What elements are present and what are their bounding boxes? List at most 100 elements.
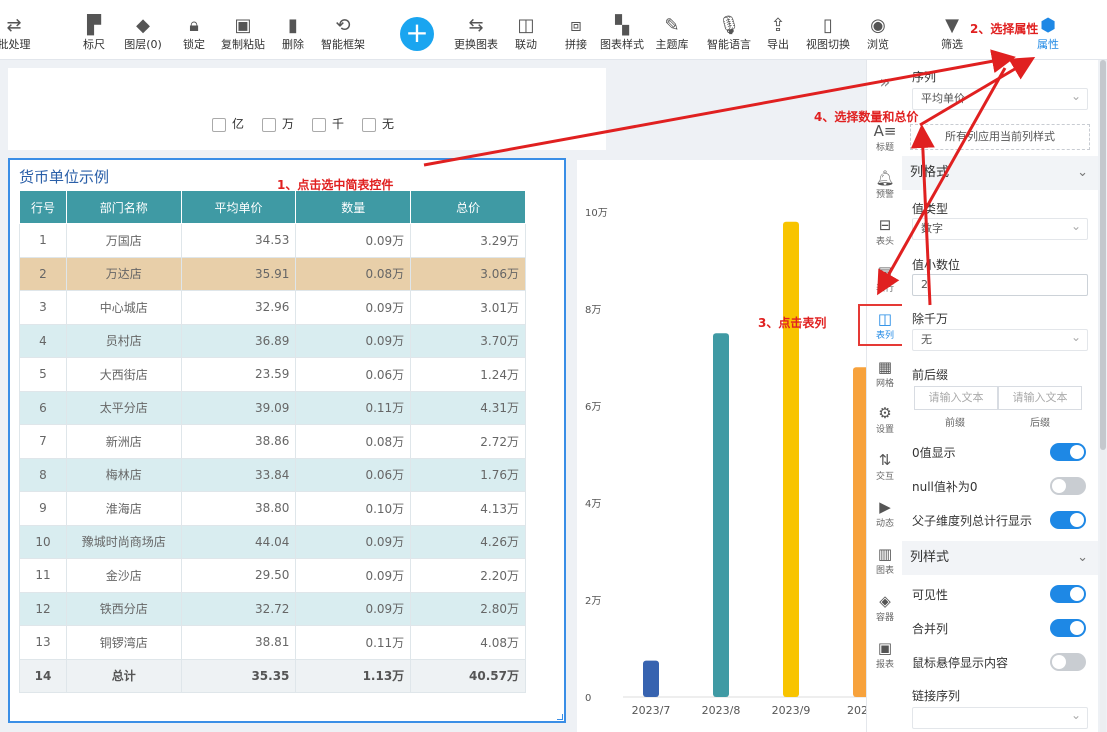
copy-paste-button[interactable]: ▣ 复制粘贴	[221, 14, 265, 52]
table-cell[interactable]: 4.26万	[410, 524, 526, 559]
table-cell[interactable]: 太平分店	[65, 390, 182, 425]
checkbox[interactable]	[212, 117, 226, 132]
table-cell[interactable]: 1.76万	[410, 457, 526, 492]
table-cell[interactable]: 38.81	[180, 625, 297, 660]
table-cell[interactable]: 0.09万	[295, 524, 412, 559]
zero-display-toggle[interactable]	[1050, 443, 1086, 461]
linkage-button[interactable]: ◫ 联动	[515, 14, 537, 52]
table-cell[interactable]: 员村店	[65, 323, 182, 358]
table-cell[interactable]: 铜锣湾店	[65, 625, 182, 660]
table-cell[interactable]: 0.09万	[295, 591, 412, 626]
table-cell[interactable]: 23.59	[180, 357, 297, 392]
table-cell[interactable]: 1.13万	[295, 658, 412, 693]
sidebar-item-title[interactable]: A≡ 标题	[867, 122, 903, 153]
table-cell[interactable]: 38.86	[180, 424, 297, 459]
theme-button[interactable]: ✎ 主题库	[656, 14, 689, 52]
table-row[interactable]: 8 梅林店 33.84 0.06万 1.76万	[19, 457, 526, 492]
table-cell[interactable]: 万国店	[65, 223, 182, 258]
smart-frame-button[interactable]: ⟲ 智能框架	[321, 14, 365, 52]
resize-handle[interactable]	[557, 714, 563, 720]
table-cell[interactable]: 铁西分店	[65, 591, 182, 626]
column-header[interactable]: 部门名称	[65, 190, 182, 224]
property-button[interactable]: ⬢ 属性	[1037, 14, 1059, 52]
table-cell[interactable]: 3	[19, 290, 67, 325]
table-cell[interactable]: 36.89	[180, 323, 297, 358]
table-cell[interactable]: 0.09万	[295, 558, 412, 593]
table-cell[interactable]: 大西街店	[65, 357, 182, 392]
table-cell[interactable]: 淮海店	[65, 491, 182, 526]
ruler-button[interactable]: ▛ 标尺	[83, 14, 105, 52]
table-cell[interactable]: 4.31万	[410, 390, 526, 425]
table-cell[interactable]: 0.08万	[295, 424, 412, 459]
table-cell[interactable]: 11	[19, 558, 67, 593]
table-cell[interactable]: 8	[19, 457, 67, 492]
table-cell[interactable]: 35.91	[180, 256, 297, 291]
sidebar-item-table-row[interactable]: ▤ 表行	[867, 263, 903, 294]
filter-button[interactable]: ▼ 筛选	[941, 14, 963, 52]
property-scrollbar[interactable]	[1100, 60, 1106, 732]
bar[interactable]	[853, 367, 867, 697]
sidebar-item-settings[interactable]: ⚙ 设置	[867, 404, 903, 435]
table-cell[interactable]: 0.08万	[295, 256, 412, 291]
table-cell[interactable]: 32.96	[180, 290, 297, 325]
bar[interactable]	[783, 221, 799, 697]
view-switch-button[interactable]: ▯ 视图切换	[806, 14, 850, 52]
table-cell[interactable]: 10	[19, 524, 67, 559]
table-total-row[interactable]: 14 总计 35.35 1.13万 40.57万	[19, 658, 526, 693]
batch-button[interactable]: ⇄ 批处理	[0, 14, 31, 52]
column-header[interactable]: 平均单价	[180, 190, 297, 224]
collapse-button[interactable]: »	[867, 74, 903, 92]
browse-button[interactable]: ◉ 浏览	[867, 14, 889, 52]
table-cell[interactable]: 万达店	[65, 256, 182, 291]
export-button[interactable]: ⇪ 导出	[767, 14, 789, 52]
table-cell[interactable]: 3.29万	[410, 223, 526, 258]
table-cell[interactable]: 2	[19, 256, 67, 291]
checkbox[interactable]	[362, 117, 376, 132]
table-cell[interactable]: 新洲店	[65, 424, 182, 459]
table-row[interactable]: 10 豫城时尚商场店 44.04 0.09万 4.26万	[19, 524, 526, 559]
splice-button[interactable]: ⧈ 拼接	[565, 14, 587, 52]
table-cell[interactable]: 29.50	[180, 558, 297, 593]
simple-table-widget[interactable]: 货币单位示例 行号 部门名称 平均单价 数量 总价 1 万国店 34.53 0.09万…	[8, 158, 566, 723]
table-cell[interactable]: 0.09万	[295, 323, 412, 358]
table-row[interactable]: 11 金沙店 29.50 0.09万 2.20万	[19, 558, 526, 593]
sidebar-item-chart[interactable]: ▥ 图表	[867, 545, 903, 576]
table-row[interactable]: 9 淮海店 38.80 0.10万 4.13万	[19, 491, 526, 526]
parent-child-total-toggle[interactable]	[1050, 511, 1086, 529]
table-row[interactable]: 6 太平分店 39.09 0.11万 4.31万	[19, 390, 526, 425]
table-cell[interactable]: 4.13万	[410, 491, 526, 526]
table-cell[interactable]: 40.57万	[410, 658, 526, 693]
table-cell[interactable]: 0.11万	[295, 390, 412, 425]
table-cell[interactable]: 35.35	[180, 658, 297, 693]
table-cell[interactable]: 38.80	[180, 491, 297, 526]
table-row[interactable]: 12 铁西分店 32.72 0.09万 2.80万	[19, 591, 526, 626]
sidebar-item-table-header[interactable]: ⊟ 表头	[867, 216, 903, 247]
table-row[interactable]: 2 万达店 35.91 0.08万 3.06万	[19, 256, 526, 291]
merge-column-toggle[interactable]	[1050, 619, 1086, 637]
table-cell[interactable]: 3.70万	[410, 323, 526, 358]
column-header[interactable]: 数量	[295, 190, 412, 224]
series-select[interactable]: 平均单价	[912, 86, 1088, 110]
table-cell[interactable]: 7	[19, 424, 67, 459]
table-cell[interactable]: 32.72	[180, 591, 297, 626]
chart-style-button[interactable]: ▚ 图表样式	[600, 14, 644, 52]
unit-option-yi[interactable]: 亿	[212, 115, 244, 132]
sidebar-item-alert[interactable]: 🔔︎ 预警	[867, 169, 903, 200]
bar[interactable]	[643, 660, 659, 697]
sidebar-item-dynamic[interactable]: ▶ 动态	[867, 498, 903, 529]
table-cell[interactable]: 0.10万	[295, 491, 412, 526]
table-cell[interactable]: 5	[19, 357, 67, 392]
table-cell[interactable]: 0.09万	[295, 223, 412, 258]
prefix-input[interactable]: 请输入文本	[914, 386, 998, 410]
table-cell[interactable]: 33.84	[180, 457, 297, 492]
table-row[interactable]: 7 新洲店 38.86 0.08万 2.72万	[19, 424, 526, 459]
table-cell[interactable]: 0.06万	[295, 457, 412, 492]
lock-button[interactable]: 🔒︎ 锁定	[183, 14, 205, 52]
table-row[interactable]: 4 员村店 36.89 0.09万 3.70万	[19, 323, 526, 358]
table-cell[interactable]: 9	[19, 491, 67, 526]
column-header[interactable]: 总价	[410, 190, 526, 224]
table-cell[interactable]: 3.06万	[410, 256, 526, 291]
table-row[interactable]: 1 万国店 34.53 0.09万 3.29万	[19, 223, 526, 258]
checkbox[interactable]	[312, 117, 326, 132]
table-cell[interactable]: 39.09	[180, 390, 297, 425]
